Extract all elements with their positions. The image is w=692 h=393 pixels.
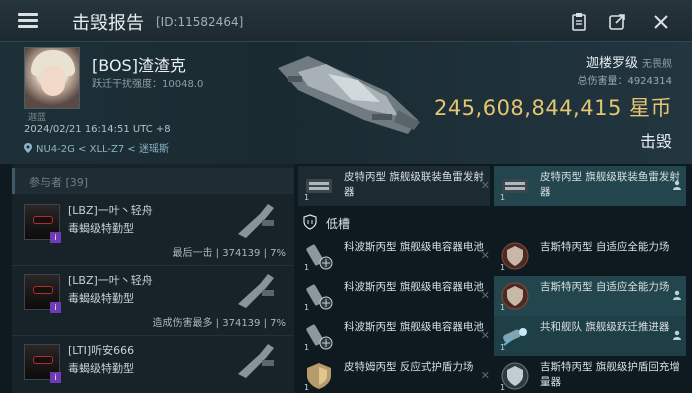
module-qty: 1 <box>304 193 310 202</box>
kill-id[interactable]: [ID:11582464] <box>156 15 243 29</box>
attacker-stat: 最后一击 | 374139 | 7% <box>172 248 287 259</box>
close-icon[interactable] <box>650 11 672 33</box>
module-name: 科波斯丙型 旗舰级电容器电池 <box>344 241 484 253</box>
module-qty: 1 <box>304 343 310 352</box>
module-qty: 1 <box>500 303 506 312</box>
module-name: 皮特姆丙型 反应式护盾力场 <box>344 361 474 373</box>
clipboard-icon[interactable] <box>568 11 590 33</box>
weapon-icon <box>238 204 274 238</box>
module-name: 皮特丙型 旗舰级联装鱼雷发射器 <box>344 171 484 198</box>
module-name: 皮特丙型 旗舰级联装鱼雷发射器 <box>540 171 680 198</box>
close-icon[interactable]: ✕ <box>481 249 490 262</box>
location-text: NU4-2G < XLL-Z7 < 迷瑶斯 <box>36 144 169 155</box>
module-name: 吉斯特丙型 自适应全能力场 <box>540 241 670 253</box>
kill-datetime: 2024/02/21 16:14:51 UTC +8 <box>24 124 171 135</box>
corp-tag: 迦蓝 <box>28 113 47 123</box>
module-name: 科波斯丙型 旗舰级电容器电池 <box>344 321 484 333</box>
attacker-row[interactable]: i [LBZ]一叶丶轻舟 毒蝎级特勤型 最后一击 | 374139 | 7% <box>12 196 294 266</box>
module-item[interactable]: 1 皮特丙型 旗舰级联装鱼雷发射器 <box>494 166 686 206</box>
module-qty: 1 <box>500 263 506 272</box>
ship-image <box>278 56 420 134</box>
person-icon <box>673 330 681 340</box>
module-item[interactable]: 1 皮特姆丙型 反应式护盾力场 ✕ <box>298 356 490 393</box>
menu-icon[interactable] <box>14 9 44 33</box>
module-qty: 1 <box>500 343 506 352</box>
share-icon[interactable] <box>606 11 628 33</box>
ship-class: 迦楼罗级 无畏舰 <box>585 56 672 71</box>
module-item[interactable]: 1 皮特丙型 旗舰级联装鱼雷发射器 ✕ <box>298 166 490 206</box>
warp-strength: 跃迁干扰强度：10048.0 <box>92 79 204 90</box>
close-icon[interactable]: ✕ <box>481 369 490 382</box>
module-qty: 1 <box>500 193 506 202</box>
weapon-icon <box>238 344 274 378</box>
close-icon[interactable]: ✕ <box>481 329 490 342</box>
module-qty: 1 <box>304 383 310 392</box>
header-bar: 击毁报告 [ID:11582464] <box>0 0 692 42</box>
module-qty: 1 <box>304 303 310 312</box>
module-name: 科波斯丙型 旗舰级电容器电池 <box>344 281 484 293</box>
low-slot-header: 低槽 <box>300 212 420 234</box>
weapon-icon <box>238 274 274 308</box>
attacker-stat: 造成伤害最多 | 374139 | 7% <box>152 318 287 329</box>
attacker-ship: 毒蝎级特勤型 <box>68 362 134 375</box>
isk-value: 245,608,844,415 星币 <box>433 96 672 120</box>
module-item[interactable]: 1 吉斯特丙型 自适应全能力场 <box>494 236 686 276</box>
shield-slot-icon <box>303 214 317 230</box>
close-icon[interactable]: ✕ <box>481 289 490 302</box>
module-item[interactable]: 1 科波斯丙型 旗舰级电容器电池 ✕ <box>298 316 490 356</box>
total-damage: 总伤害量：4924314 <box>577 76 672 87</box>
location-pin-icon <box>24 142 32 153</box>
module-name: 吉斯特丙型 自适应全能力场 <box>540 281 670 293</box>
kill-location[interactable]: NU4-2G < XLL-Z7 < 迷瑶斯 <box>24 140 169 155</box>
module-item[interactable]: 1 共和舰队 旗舰级跃迁推进器 <box>494 316 686 356</box>
attacker-name: [LBZ]一叶丶轻舟 <box>68 274 153 287</box>
attacker-ship: 毒蝎级特勤型 <box>68 222 134 235</box>
rank-badge: i <box>50 232 61 243</box>
rank-badge: i <box>50 302 61 313</box>
module-qty: 1 <box>304 263 310 272</box>
close-icon[interactable]: ✕ <box>481 179 490 192</box>
module-item[interactable]: 1 科波斯丙型 旗舰级电容器电池 ✕ <box>298 236 490 276</box>
attacker-name: [LTI]听安666 <box>68 344 135 357</box>
module-name: 共和舰队 旗舰级跃迁推进器 <box>540 321 670 333</box>
fitting-panel: 1 皮特丙型 旗舰级联装鱼雷发射器 ✕ 1 皮特丙型 旗舰级联装鱼雷发射器 低槽… <box>294 164 692 393</box>
victim-avatar[interactable] <box>24 47 80 109</box>
page-title: 击毁报告 <box>72 13 144 34</box>
participants-panel: 参与者 [39] i [LBZ]一叶丶轻舟 毒蝎级特勤型 最后一击 | 3741… <box>12 164 294 393</box>
attacker-row[interactable]: i [LBZ]一叶丶轻舟 毒蝎级特勤型 造成伤害最多 | 374139 | 7% <box>12 266 294 336</box>
module-name: 吉斯特丙型 旗舰级护盾回充增量器 <box>540 361 680 388</box>
victim-name[interactable]: [BOS]渣渣克 <box>92 52 186 76</box>
module-item[interactable]: 1 吉斯特丙型 自适应全能力场 <box>494 276 686 316</box>
kill-result: 击毁 <box>639 132 672 151</box>
module-item[interactable]: 1 科波斯丙型 旗舰级电容器电池 ✕ <box>298 276 490 316</box>
participants-header[interactable]: 参与者 [39] <box>12 168 294 194</box>
module-item[interactable]: 1 吉斯特丙型 旗舰级护盾回充增量器 <box>494 356 686 393</box>
attacker-name: [LBZ]一叶丶轻舟 <box>68 204 153 217</box>
victim-panel: 迦蓝 [BOS]渣渣克 跃迁干扰强度：10048.0 2024/02/21 16… <box>0 42 692 164</box>
rank-badge: i <box>50 372 61 383</box>
attacker-row[interactable]: i [LTI]听安666 毒蝎级特勤型 <box>12 336 294 393</box>
module-qty: 1 <box>500 383 506 392</box>
person-icon <box>673 290 681 300</box>
person-icon <box>673 180 681 190</box>
attacker-ship: 毒蝎级特勤型 <box>68 292 134 305</box>
